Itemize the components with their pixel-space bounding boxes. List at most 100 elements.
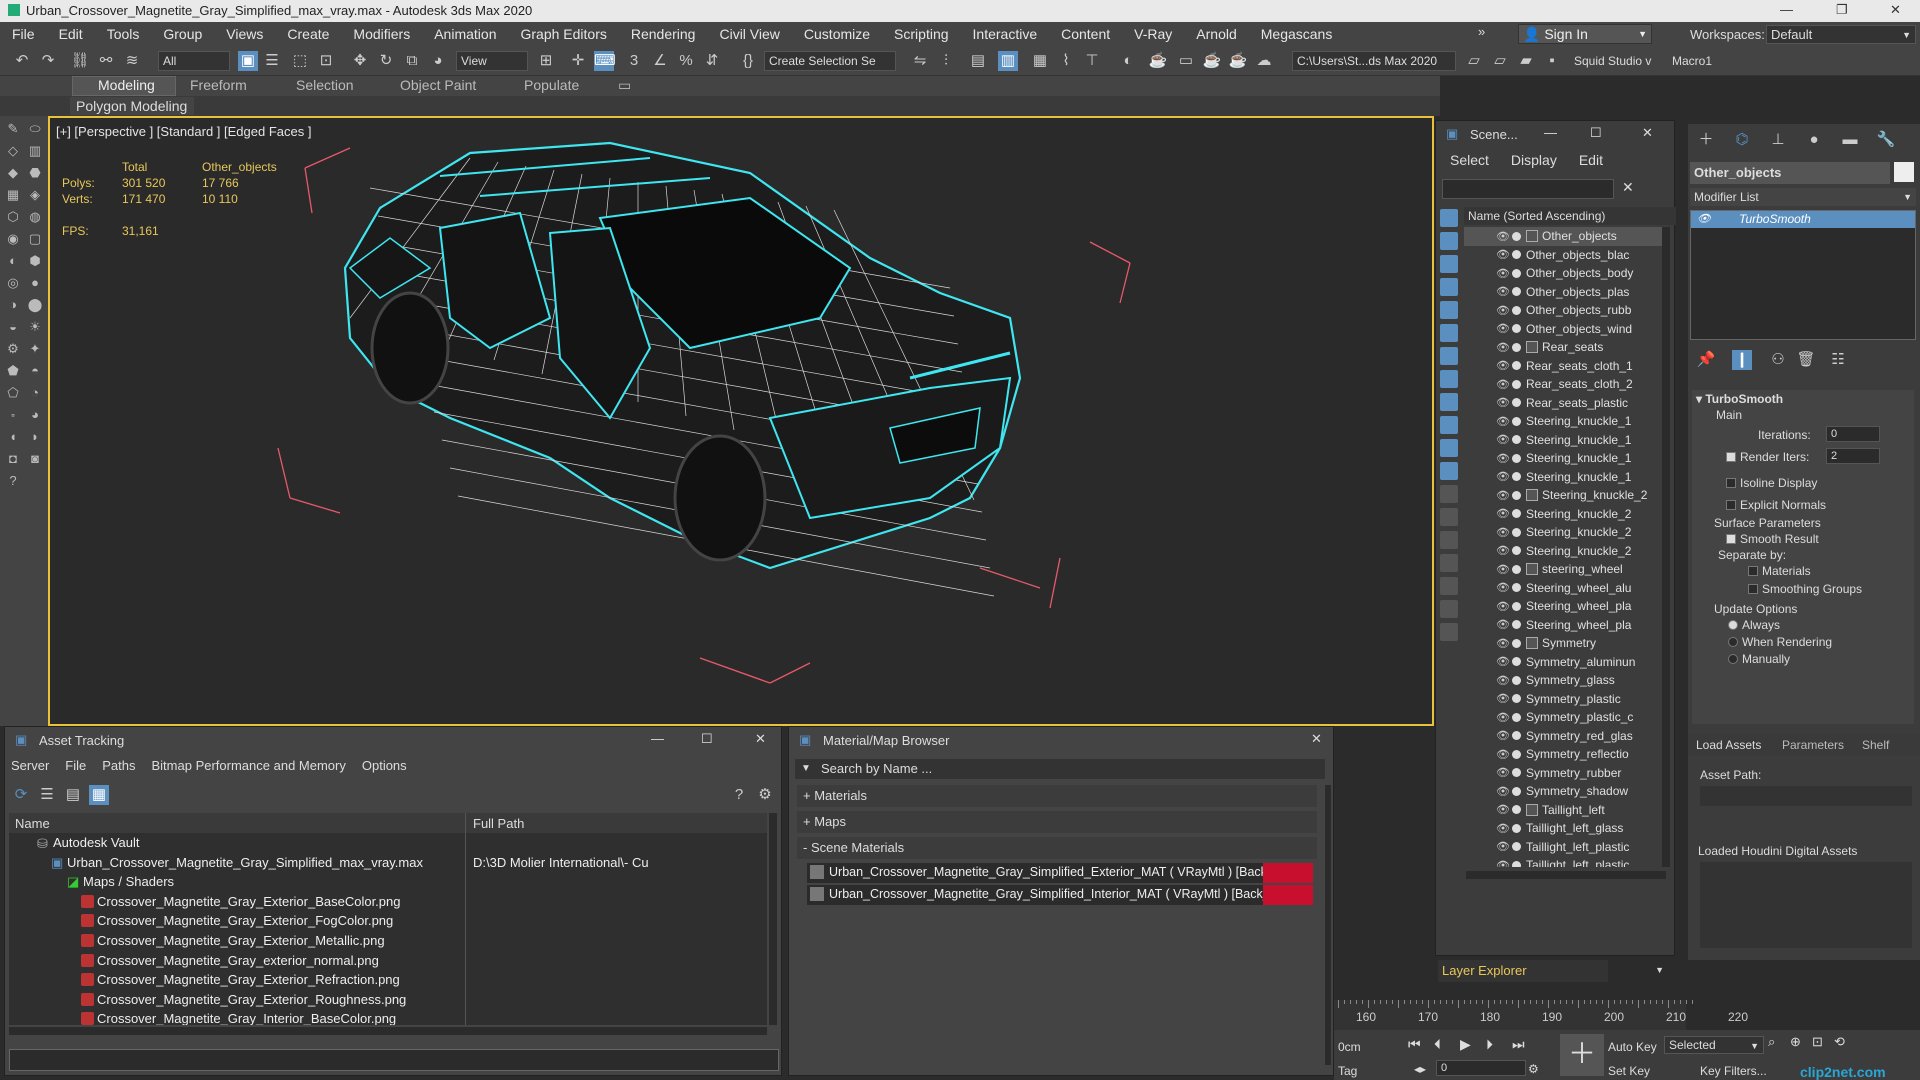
configure-sets-icon[interactable]: ☷ bbox=[1828, 350, 1848, 370]
tab-populate[interactable]: Populate bbox=[524, 77, 579, 93]
scene-object-row[interactable]: 👁 Other_objects_rubb bbox=[1464, 301, 1664, 320]
render-dot-icon[interactable] bbox=[1512, 842, 1521, 852]
window-crossing-icon[interactable]: ⊡ bbox=[316, 51, 336, 71]
move-icon[interactable]: ✥ bbox=[350, 51, 370, 71]
scene-object-row[interactable]: 👁 Symmetry_glass bbox=[1464, 671, 1664, 690]
scene-filter-icon[interactable] bbox=[1440, 462, 1458, 480]
create-tool-icon[interactable]: ▦ bbox=[4, 186, 22, 204]
create-tool-icon[interactable]: ☀ bbox=[26, 318, 44, 336]
scene-filter-icon[interactable] bbox=[1440, 554, 1458, 572]
create-tool-icon[interactable]: ⬟ bbox=[4, 362, 22, 380]
asset-menu-bitmap-performance-and-memory[interactable]: Bitmap Performance and Memory bbox=[152, 758, 346, 773]
keyboard-shortcut-override-icon[interactable]: ⌨ bbox=[594, 51, 616, 71]
material-item[interactable]: Urban_Crossover_Magnetite_Gray_Simplifie… bbox=[807, 885, 1313, 905]
curve-editor-icon[interactable]: ⌇ bbox=[1056, 51, 1076, 71]
save-folder-icon[interactable]: ▱ bbox=[1490, 51, 1510, 71]
scene-filter-icon[interactable] bbox=[1440, 278, 1458, 296]
scene-hscrollbar[interactable] bbox=[1466, 871, 1666, 879]
create-tool-icon[interactable]: ◔ bbox=[26, 384, 44, 402]
eye-icon[interactable]: 👁 bbox=[1496, 378, 1510, 391]
menu-item-modifiers[interactable]: Modifiers bbox=[341, 26, 422, 42]
scene-filter-icon[interactable] bbox=[1440, 324, 1458, 342]
render-dot-icon[interactable] bbox=[1512, 583, 1521, 593]
scene-filter-icon[interactable] bbox=[1440, 255, 1458, 273]
asset-path-input[interactable] bbox=[1700, 786, 1912, 806]
create-tool-icon[interactable]: ◇ bbox=[4, 142, 22, 160]
eye-icon[interactable]: 👁 bbox=[1496, 766, 1510, 779]
create-tool-icon[interactable]: ✦ bbox=[26, 340, 44, 358]
minimize-icon[interactable]: — bbox=[1544, 125, 1557, 140]
squid-icon[interactable]: ▪ bbox=[1542, 51, 1562, 71]
scene-filter-icon[interactable] bbox=[1440, 347, 1458, 365]
render-dot-icon[interactable] bbox=[1512, 287, 1521, 297]
scene-filter-icon[interactable] bbox=[1440, 600, 1458, 618]
scene-object-row[interactable]: 👁 Rear_seats_plastic bbox=[1464, 394, 1664, 413]
render-dot-icon[interactable] bbox=[1512, 398, 1521, 408]
texture-row[interactable]: Crossover_Magnetite_Gray_Exterior_BaseCo… bbox=[9, 892, 767, 912]
menu-item-graph-editors[interactable]: Graph Editors bbox=[508, 26, 618, 42]
orbit-icon[interactable]: ⟲ bbox=[1834, 1034, 1845, 1050]
asset-menu-file[interactable]: File bbox=[65, 758, 86, 773]
render-dot-icon[interactable] bbox=[1512, 731, 1521, 741]
eye-icon[interactable]: 👁 bbox=[1496, 655, 1510, 668]
render-dot-icon[interactable] bbox=[1512, 768, 1521, 778]
set-key-icon[interactable]: ＋ bbox=[1560, 1034, 1604, 1076]
eye-icon[interactable]: 👁 bbox=[1496, 729, 1510, 742]
create-tool-icon[interactable]: ◙ bbox=[26, 450, 44, 468]
create-tool-icon[interactable]: ⬤ bbox=[26, 296, 44, 314]
asset-hscrollbar[interactable] bbox=[9, 1027, 767, 1035]
render-iterative-icon[interactable]: ☕ bbox=[1228, 51, 1248, 71]
current-frame-spinner[interactable]: 0 bbox=[1436, 1060, 1526, 1076]
eye-icon[interactable]: 👁 bbox=[1496, 526, 1510, 539]
viewport-label[interactable]: [+] [Perspective ] [Standard ] [Edged Fa… bbox=[56, 124, 311, 139]
utilities-tab-icon[interactable]: 🔧 bbox=[1876, 130, 1896, 150]
scene-object-row[interactable]: 👁 Symmetry_rubber bbox=[1464, 764, 1664, 783]
settings-icon[interactable]: ⚙ bbox=[755, 785, 775, 805]
eye-icon[interactable]: 👁 bbox=[1496, 415, 1510, 428]
select-object-icon[interactable]: ▣ bbox=[238, 51, 258, 71]
create-tool-icon[interactable]: ◒ bbox=[4, 318, 22, 336]
eye-icon[interactable]: 👁 bbox=[1496, 433, 1510, 446]
eye-icon[interactable]: 👁 bbox=[1496, 637, 1510, 650]
eye-icon[interactable]: 👁 bbox=[1496, 859, 1510, 867]
when-rendering-radio[interactable] bbox=[1728, 637, 1738, 647]
object-color-swatch[interactable] bbox=[1894, 162, 1914, 182]
layer-explorer-icon[interactable]: ▥ bbox=[998, 51, 1018, 71]
menu-item-views[interactable]: Views bbox=[214, 26, 275, 42]
scene-menu-select[interactable]: Select bbox=[1450, 152, 1489, 168]
render-dot-icon[interactable] bbox=[1512, 749, 1521, 759]
eye-icon[interactable]: 👁 bbox=[1496, 359, 1510, 372]
zoom-extents-icon[interactable]: ⊡ bbox=[1812, 1034, 1823, 1050]
maps-row[interactable]: ◪ Maps / Shaders bbox=[9, 872, 767, 892]
set-key-button[interactable]: Set Key bbox=[1608, 1064, 1650, 1078]
material-search-input[interactable]: ▼ Search by Name ... bbox=[795, 759, 1325, 779]
close-icon[interactable]: ✕ bbox=[755, 731, 766, 747]
key-selection-dropdown[interactable]: Selected ▼ bbox=[1664, 1036, 1764, 1054]
named-selection-sets-dropdown[interactable]: Create Selection Se bbox=[764, 51, 896, 71]
menu-item-edit[interactable]: Edit bbox=[47, 26, 95, 42]
render-dot-icon[interactable] bbox=[1512, 435, 1521, 445]
create-tool-icon[interactable]: ◓ bbox=[26, 362, 44, 380]
render-dot-icon[interactable] bbox=[1512, 564, 1521, 574]
show-end-result-icon[interactable]: ❙ bbox=[1732, 350, 1752, 370]
placement-icon[interactable]: ◕ bbox=[428, 51, 448, 71]
scene-object-row[interactable]: 👁 Steering_knuckle_1 bbox=[1464, 431, 1664, 450]
render-dot-icon[interactable] bbox=[1512, 361, 1521, 371]
mirror-icon[interactable]: ⇋ bbox=[910, 51, 930, 71]
scene-object-row[interactable]: 👁 Other_objects_wind bbox=[1464, 320, 1664, 339]
eye-icon[interactable]: 👁 bbox=[1496, 341, 1510, 354]
render-production-icon[interactable]: ☕ bbox=[1202, 51, 1222, 71]
object-name-field[interactable]: Other_objects bbox=[1690, 162, 1890, 184]
houdini-assets-list[interactable] bbox=[1700, 862, 1912, 948]
render-dot-icon[interactable] bbox=[1512, 416, 1521, 426]
macro-label[interactable]: Macro1 bbox=[1672, 54, 1712, 68]
play-icon[interactable]: ▶ bbox=[1460, 1036, 1471, 1053]
maximize-icon[interactable]: ☐ bbox=[1590, 125, 1602, 141]
redo-icon[interactable]: ↷ bbox=[38, 51, 58, 71]
render-setup-icon[interactable]: ☕ bbox=[1148, 51, 1168, 71]
scene-filter-icon[interactable] bbox=[1440, 485, 1458, 503]
create-tool-icon[interactable]: ◉ bbox=[4, 230, 22, 248]
create-tool-icon[interactable]: ◍ bbox=[26, 208, 44, 226]
tab-modeling[interactable]: Modeling bbox=[98, 77, 155, 93]
zoom-all-icon[interactable]: ⊕ bbox=[1790, 1034, 1801, 1050]
